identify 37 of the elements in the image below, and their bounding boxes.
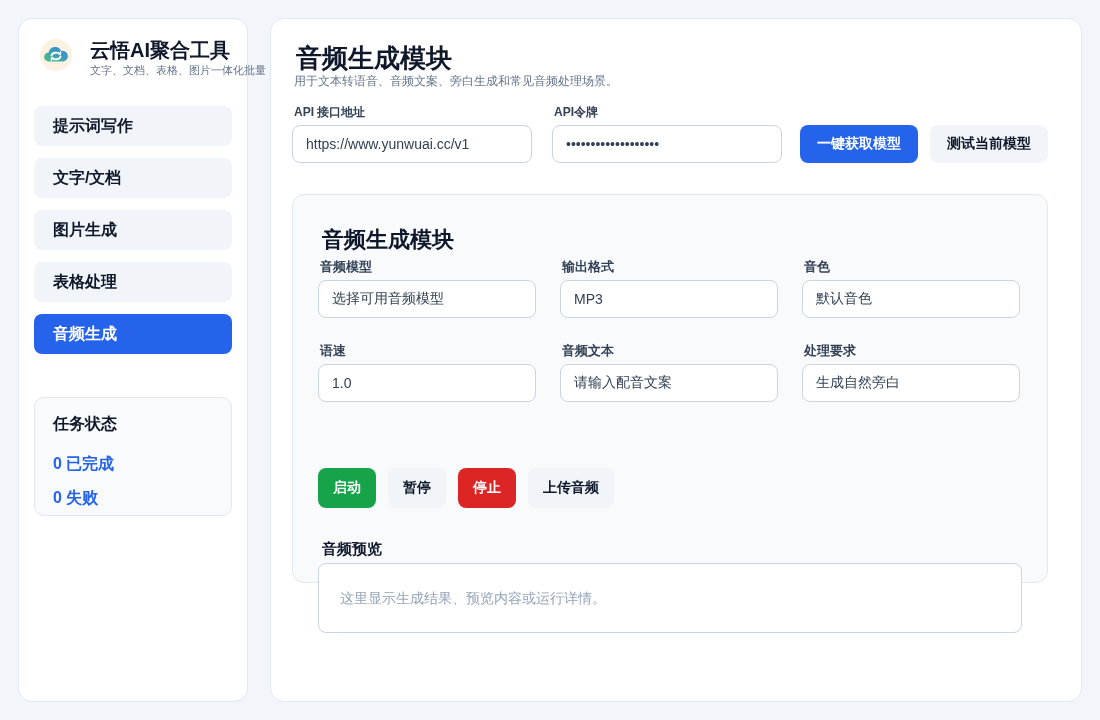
sidebar-nav-item[interactable]: 提示词写作 (34, 106, 232, 146)
input-field[interactable]: 请输入配音文案 (560, 364, 778, 402)
input-field[interactable]: MP3 (560, 280, 778, 318)
cloud-logo-icon (40, 39, 72, 71)
sidebar-nav-item[interactable]: 音频生成 (34, 314, 232, 354)
input-field[interactable]: ••••••••••••••••••• (552, 125, 782, 163)
field-label: 音频模型 (319, 260, 373, 274)
sidebar-nav-item[interactable]: 图片生成 (34, 210, 232, 250)
test-model-button[interactable]: 测试当前模型 (930, 125, 1048, 163)
preview-area[interactable]: 这里显示生成结果、预览内容或运行详情。 (318, 563, 1022, 633)
input-field[interactable]: https://www.yunwuai.cc/v1 (292, 125, 532, 163)
field-label: API令牌 (553, 105, 599, 119)
input-field[interactable]: 默认音色 (802, 280, 1020, 318)
sidebar-nav-item[interactable]: 表格处理 (34, 262, 232, 302)
app-subtitle: 文字、文档、表格、图片一体化批量 (90, 64, 266, 76)
field-label: 处理要求 (803, 344, 857, 358)
field-label: API 接口地址 (293, 105, 367, 119)
field-label: 语速 (318, 344, 347, 358)
action-button[interactable]: 上传音频 (528, 468, 614, 508)
page-title: 音频生成模块 (295, 42, 452, 74)
sidebar-nav-item[interactable]: 文字/文档 (34, 158, 232, 198)
app-title: 云悟AI聚合工具 (90, 38, 231, 62)
input-field[interactable]: 生成自然旁白 (802, 364, 1020, 402)
page-subtitle: 用于文本转语音、音频文案、旁白生成和常见音频处理场景。 (293, 74, 618, 88)
field-label: 输出格式 (561, 260, 615, 274)
input-field[interactable]: 选择可用音频模型 (318, 280, 536, 318)
fetch-models-button[interactable]: 一键获取模型 (800, 125, 918, 163)
action-button[interactable]: 暂停 (388, 468, 446, 508)
module-title: 音频生成模块 (321, 226, 454, 254)
task-count-text: 0 已完成 (53, 454, 115, 474)
action-button[interactable]: 停止 (458, 468, 516, 508)
preview-label: 音频预览 (321, 539, 382, 559)
input-field[interactable]: 1.0 (318, 364, 536, 402)
task-status-title: 任务状态 (53, 414, 117, 434)
field-label: 音色 (803, 260, 831, 274)
field-label: 音频文本 (561, 344, 615, 358)
task-count-text: 0 失败 (53, 488, 99, 508)
